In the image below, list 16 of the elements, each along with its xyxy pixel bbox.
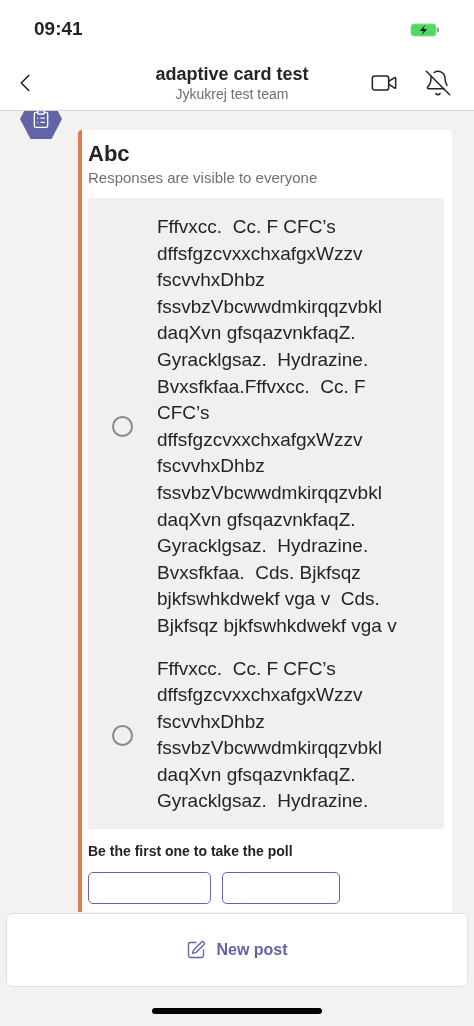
battery-icon (410, 22, 440, 37)
bell-off-icon (424, 68, 452, 97)
new-post-button[interactable]: New post (6, 913, 468, 987)
vote-button[interactable] (88, 872, 211, 905)
poll-subtitle: Responses are visible to everyone (88, 168, 319, 188)
radio-button[interactable] (112, 416, 133, 438)
team-name: Jykukrej test team (175, 84, 289, 103)
poll-title: Abc (88, 140, 131, 168)
option-text: Fffvxcc. Cc. F CFC’s dffsfgzcvxxchxafgxWzzv fscvvhxDhbz fssvbzVbcwwdmkirqqzvbkl daqXvn gfsqazvnkfaqZ. Gyracklgsaz. Hydrazine. Bvxsfkfaa.Fffvxcc. Cc. F CFC’s dffsfgzcvxxchxafgxWzzv fscvvhxDhbz fssvbzVbcwwdmkirqqzvbkl daqXvn gfsqazvnkfaqZ. Gyracklgsaz. Hydrazine. Bvxsfkfaa. Cds. Bjkfsqz bjkfswhkdwekf vga v Cds. Bjkfsqz bjkfswhkdwekf vga v (157, 215, 398, 638)
compose-icon (186, 940, 207, 960)
status-time: 09:41 (34, 17, 83, 42)
option-text: Fffvxcc. Cc. F CFC’s dffsfgzcvxxchxafgxWzzv fscvvhxDhbz fssvbzVbcwwdmkirqqzvbkl daqXvn gfsqazvnkfaqZ. Gyracklgsaz. Hydrazine. (157, 656, 383, 814)
radio-button[interactable] (112, 724, 133, 746)
poll-footer-text: Be the first one to take the poll (88, 842, 294, 862)
vote-button[interactable] (222, 872, 340, 905)
chat-title: adaptive card test (155, 62, 309, 85)
